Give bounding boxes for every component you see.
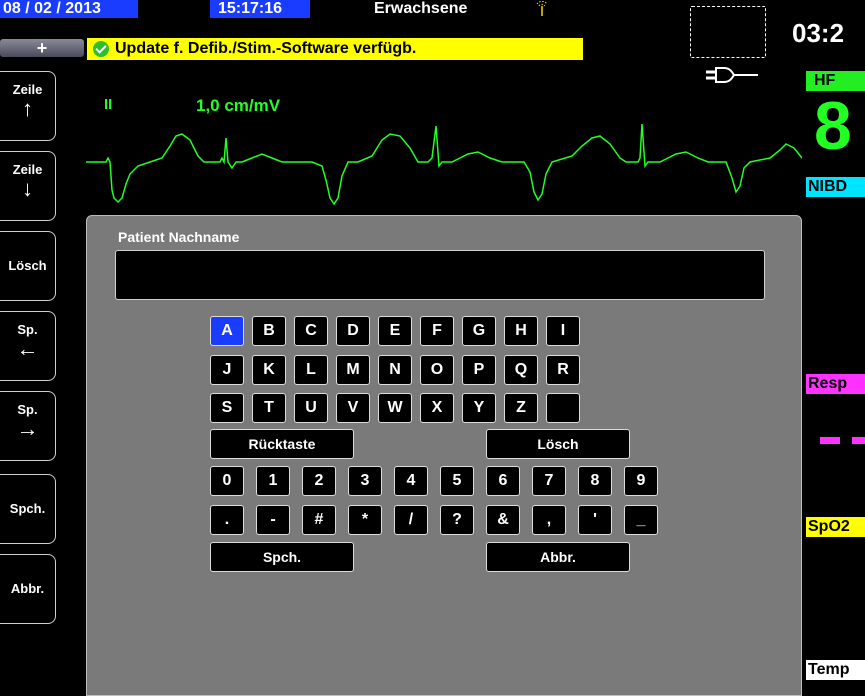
arrow-icon: ↑ — [22, 96, 33, 121]
key-symbol[interactable]: * — [348, 505, 382, 535]
softkey-6[interactable]: Spch. — [0, 474, 56, 544]
softkey-1[interactable]: Zeile ↑ — [0, 71, 56, 141]
status-indicator-box — [690, 6, 766, 58]
date-display: 08 / 02 / 2013 — [0, 0, 138, 18]
key-symbol[interactable]: 6 — [486, 466, 520, 496]
update-message: Update f. Defib./Stim.-Software verfügb. — [115, 40, 417, 57]
arrow-icon: ↓ — [22, 176, 33, 201]
key-symbol[interactable]: , — [532, 505, 566, 535]
key-c[interactable]: C — [294, 316, 328, 346]
arrow-icon: → — [16, 416, 39, 441]
checkmark-icon — [93, 41, 109, 57]
key-d[interactable]: D — [336, 316, 370, 346]
patient-last-name-input[interactable] — [115, 250, 765, 300]
softkey-2[interactable]: Zeile ↓ — [0, 151, 56, 221]
key-t[interactable]: T — [252, 393, 286, 423]
resp-dash — [852, 437, 865, 444]
key-symbol[interactable]: 5 — [440, 466, 474, 496]
cancel-key[interactable]: Abbr. — [486, 542, 630, 572]
heart-rate-value: 8 — [814, 88, 852, 164]
key-u[interactable]: U — [294, 393, 328, 423]
key-symbol[interactable]: ? — [440, 505, 474, 535]
key-symbol[interactable]: & — [486, 505, 520, 535]
elapsed-clock: 03:2 — [792, 18, 845, 48]
key-symbol[interactable]: - — [256, 505, 290, 535]
key-symbol[interactable]: _ — [624, 505, 658, 535]
key-q[interactable]: Q — [504, 355, 538, 385]
key-k[interactable]: K — [252, 355, 286, 385]
time-display: 15:17:16 — [210, 0, 310, 18]
antenna-icon — [534, 0, 550, 22]
spo2-label: SpO2 — [806, 517, 865, 537]
key-l[interactable]: L — [294, 355, 328, 385]
ecg-waveform — [86, 123, 802, 206]
key-symbol[interactable]: 2 — [302, 466, 336, 496]
key-symbol[interactable]: 7 — [532, 466, 566, 496]
key-e[interactable]: E — [378, 316, 412, 346]
key-s[interactable]: S — [210, 393, 244, 423]
key-m[interactable]: M — [336, 355, 370, 385]
key-symbol[interactable]: # — [302, 505, 336, 535]
field-label: Patient Nachname — [118, 229, 240, 245]
softkey-7[interactable]: Abbr. — [0, 554, 56, 624]
key-z[interactable]: Z — [504, 393, 538, 423]
backspace-key[interactable]: Rücktaste — [210, 429, 354, 459]
nibd-label: NIBD — [806, 177, 865, 197]
key-o[interactable]: O — [420, 355, 454, 385]
resp-label: Resp — [806, 374, 865, 394]
key-n[interactable]: N — [378, 355, 412, 385]
patient-mode-label: Erwachsene — [374, 0, 468, 17]
key-v[interactable]: V — [336, 393, 370, 423]
softkey-label: Abbr. — [10, 581, 45, 596]
softkey-label: Sp. — [17, 322, 38, 337]
ecg-lead-label: II — [104, 96, 113, 113]
softkey-label: Spch. — [9, 501, 46, 516]
key-blank[interactable] — [546, 393, 580, 423]
key-symbol[interactable]: 8 — [578, 466, 612, 496]
key-symbol[interactable]: ' — [578, 505, 612, 535]
key-j[interactable]: J — [210, 355, 244, 385]
softkey-4[interactable]: Sp. ← — [0, 311, 56, 381]
key-a[interactable]: A — [210, 316, 244, 346]
key-f[interactable]: F — [420, 316, 454, 346]
key-h[interactable]: H — [504, 316, 538, 346]
key-symbol[interactable]: 9 — [624, 466, 658, 496]
key-y[interactable]: Y — [462, 393, 496, 423]
ecg-scale-label: 1,0 cm/mV — [196, 96, 281, 115]
resp-dash — [820, 437, 840, 444]
key-symbol[interactable]: 4 — [394, 466, 428, 496]
key-symbol[interactable]: 1 — [256, 466, 290, 496]
softkey-3[interactable]: Lösch — [0, 231, 56, 301]
key-symbol[interactable]: / — [394, 505, 428, 535]
key-b[interactable]: B — [252, 316, 286, 346]
ac-power-plug-icon — [706, 66, 758, 89]
softkey-label: Zeile — [12, 82, 43, 97]
key-symbol[interactable]: . — [210, 505, 244, 535]
softkey-label: Zeile — [12, 162, 43, 177]
key-x[interactable]: X — [420, 393, 454, 423]
key-r[interactable]: R — [546, 355, 580, 385]
save-key[interactable]: Spch. — [210, 542, 354, 572]
temp-label: Temp — [806, 660, 865, 680]
softkey-label: Lösch — [8, 258, 47, 273]
key-i[interactable]: I — [546, 316, 580, 346]
clear-key[interactable]: Lösch — [486, 429, 630, 459]
key-symbol[interactable]: 3 — [348, 466, 382, 496]
key-w[interactable]: W — [378, 393, 412, 423]
key-g[interactable]: G — [462, 316, 496, 346]
key-p[interactable]: P — [462, 355, 496, 385]
softkey-5[interactable]: Sp. → — [0, 391, 56, 461]
add-button[interactable]: + — [0, 39, 84, 57]
softkey-label: Sp. — [17, 402, 38, 417]
key-symbol[interactable]: 0 — [210, 466, 244, 496]
arrow-icon: ← — [16, 336, 39, 361]
update-banner[interactable]: Update f. Defib./Stim.-Software verfügb. — [87, 38, 583, 60]
